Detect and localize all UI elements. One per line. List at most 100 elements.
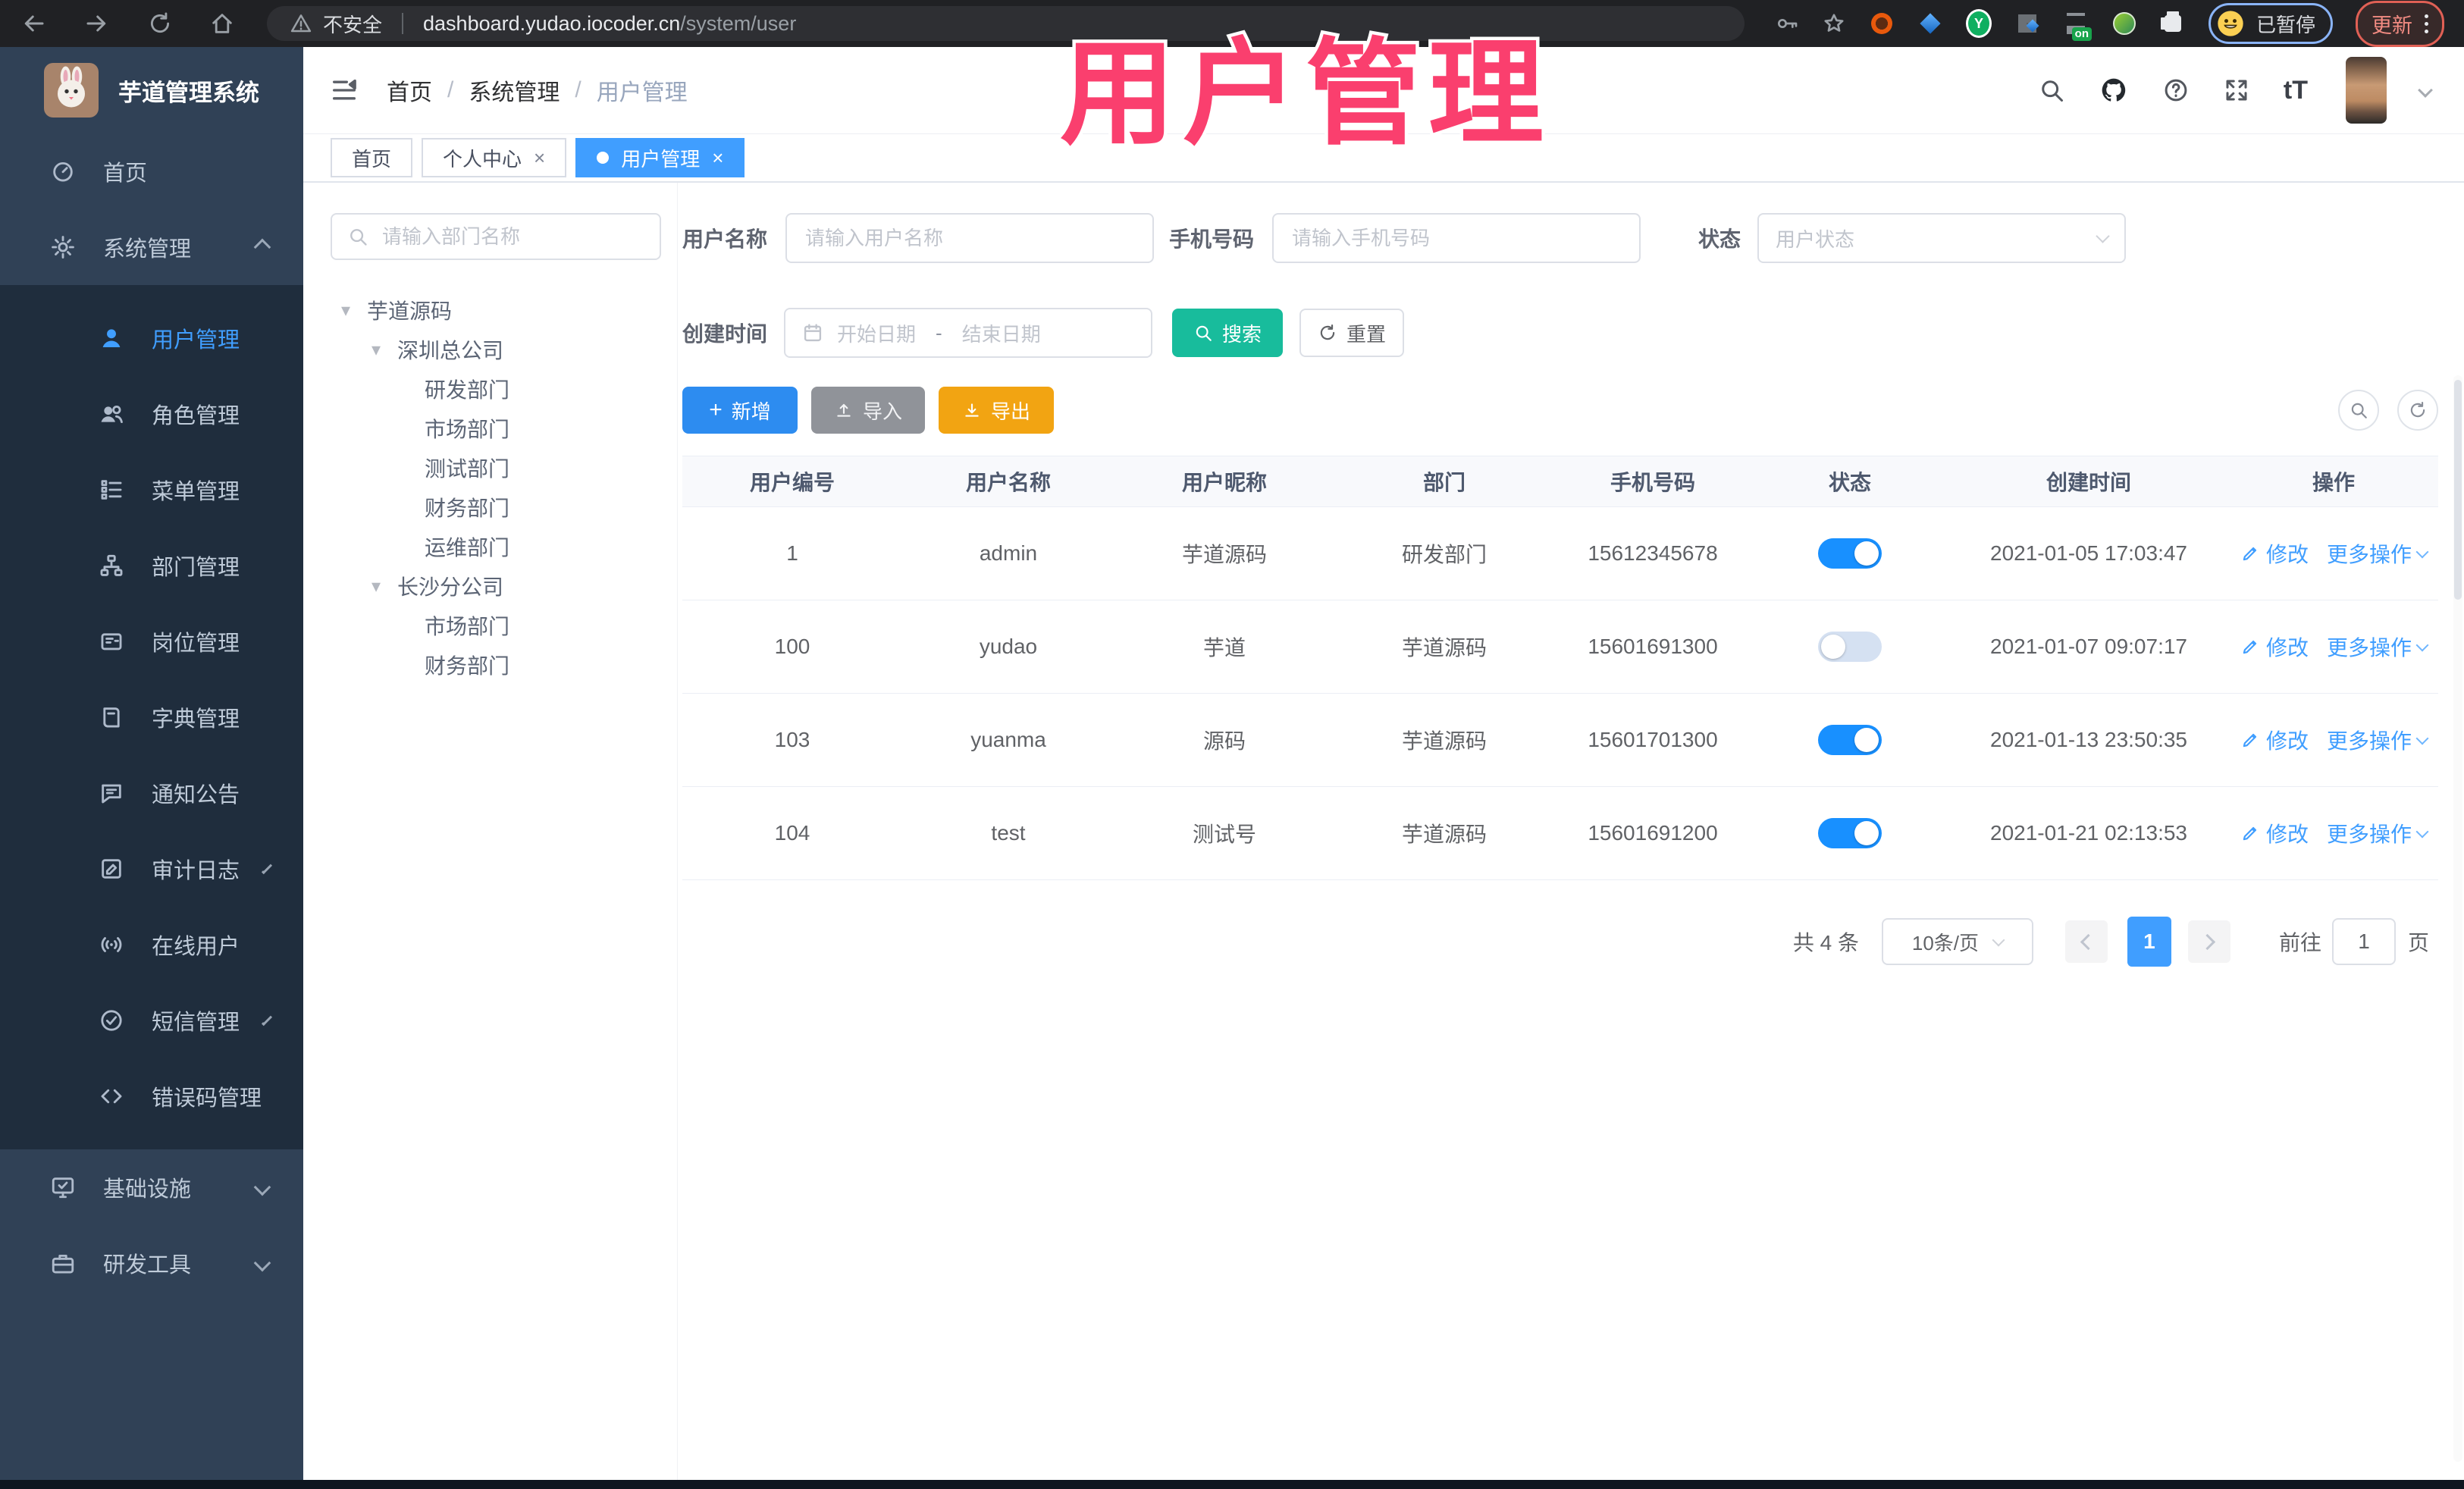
status-toggle[interactable] — [1818, 538, 1882, 569]
search-icon[interactable] — [2038, 77, 2065, 104]
tree-node[interactable]: 财务部门 — [331, 645, 661, 685]
sidebar-item-dict-mgmt[interactable]: 字典管理 — [0, 679, 303, 755]
upload-icon — [834, 400, 854, 420]
sidebar-item-user-mgmt[interactable]: 用户管理 — [0, 300, 303, 376]
sidebar-item-dev-tools[interactable]: 研发工具 — [0, 1225, 303, 1301]
dept-search-input[interactable] — [381, 224, 644, 249]
search-icon — [347, 226, 368, 247]
extensions-menu-puzzle-icon[interactable] — [2160, 11, 2186, 36]
help-icon[interactable] — [2162, 77, 2190, 104]
sidebar-item-audit-log[interactable]: 审计日志 — [0, 831, 303, 907]
passwords-key-icon[interactable] — [1775, 11, 1799, 36]
sidebar-item-post-mgmt[interactable]: 岗位管理 — [0, 603, 303, 679]
toggle-search-button[interactable] — [2338, 390, 2379, 431]
date-range-picker[interactable]: 开始日期 - 结束日期 — [784, 308, 1153, 358]
page-size-select[interactable]: 10条/页 — [1881, 918, 2033, 965]
breadcrumb-home[interactable]: 首页 — [387, 74, 432, 107]
grid-extension-icon[interactable] — [2014, 11, 2040, 36]
import-button[interactable]: 导入 — [811, 387, 925, 434]
adblock-extension-icon[interactable] — [1869, 11, 1895, 36]
tree-node[interactable]: 市场部门 — [331, 606, 661, 645]
edit-link[interactable]: 修改 — [2240, 632, 2309, 662]
tree-node[interactable]: ▾ 芋道源码 — [331, 290, 661, 330]
app-logo-row[interactable]: 芋道管理系统 — [0, 47, 303, 133]
edit-link[interactable]: 修改 — [2240, 818, 2309, 848]
next-page-button[interactable] — [2187, 920, 2230, 963]
sidebar-item-online-users[interactable]: 在线用户 — [0, 907, 303, 983]
browser-forward-button[interactable] — [83, 10, 111, 37]
page-1-button[interactable]: 1 — [2127, 917, 2171, 967]
status-select[interactable]: 用户状态 — [1757, 213, 2127, 263]
smiley-avatar-icon — [2218, 11, 2243, 36]
mobile-label: 手机号码 — [1169, 227, 1255, 251]
more-actions-link[interactable]: 更多操作 — [2327, 725, 2429, 755]
browser-update-button[interactable]: 更新 — [2356, 0, 2444, 47]
tree-node[interactable]: 测试部门 — [331, 448, 661, 487]
security-warning-icon[interactable] — [290, 12, 312, 35]
green-y-extension-icon[interactable]: Y — [1965, 9, 1992, 38]
close-icon[interactable]: × — [712, 148, 723, 168]
more-actions-link[interactable]: 更多操作 — [2327, 632, 2429, 662]
mobile-input[interactable] — [1290, 225, 1623, 251]
chevron-up-icon — [253, 238, 271, 256]
status-toggle[interactable] — [1818, 632, 1882, 662]
sidebar-item-sms-mgmt[interactable]: 短信管理 — [0, 983, 303, 1058]
font-size-icon[interactable]: tT — [2284, 77, 2308, 103]
prev-page-button[interactable] — [2064, 920, 2108, 963]
tree-node[interactable]: ▾ 深圳总公司 — [331, 330, 661, 369]
more-actions-link[interactable]: 更多操作 — [2327, 818, 2429, 848]
sidebar-item-infrastructure[interactable]: 基础设施 — [0, 1149, 303, 1225]
close-icon[interactable]: × — [534, 148, 545, 168]
breadcrumb-system[interactable]: 系统管理 — [469, 74, 560, 107]
sidebar-item-menu-mgmt[interactable]: 菜单管理 — [0, 452, 303, 528]
user-table-panel: 用户名称 手机号码 状态 用户状态 — [682, 213, 2438, 1480]
tree-node[interactable]: 市场部门 — [331, 409, 661, 448]
browser-back-button[interactable] — [20, 10, 47, 37]
add-button[interactable]: + 新增 — [682, 387, 798, 434]
sidebar-item-system[interactable]: 系统管理 — [0, 209, 303, 285]
tree-node[interactable]: 财务部门 — [331, 487, 661, 527]
sidebar-item-announcement[interactable]: 通知公告 — [0, 755, 303, 831]
more-actions-link[interactable]: 更多操作 — [2327, 538, 2429, 569]
user-avatar[interactable] — [2346, 57, 2387, 124]
tree-node[interactable]: ▾ 长沙分公司 — [331, 566, 661, 606]
user-table: 用户编号 用户名称 用户昵称 部门 手机号码 状态 创建时间 操作 1 admi… — [682, 456, 2438, 880]
tree-node[interactable]: 研发部门 — [331, 369, 661, 409]
tab-user-mgmt[interactable]: 用户管理 × — [575, 138, 745, 177]
caret-down-icon[interactable]: ▾ — [367, 339, 385, 361]
dept-search-box[interactable] — [331, 213, 661, 260]
username-input[interactable] — [804, 225, 1136, 251]
github-icon[interactable] — [2099, 75, 2129, 105]
sidebar-item-dept-mgmt[interactable]: 部门管理 — [0, 528, 303, 603]
browser-menu-icon[interactable] — [2425, 14, 2428, 33]
export-button[interactable]: 导出 — [939, 387, 1054, 434]
browser-reload-button[interactable] — [147, 11, 173, 36]
refresh-table-button[interactable] — [2397, 390, 2438, 431]
sidebar-collapse-icon[interactable] — [329, 75, 359, 105]
caret-down-icon[interactable]: ▾ — [367, 575, 385, 597]
leaf-extension-icon[interactable] — [2111, 11, 2137, 36]
sidebar-item-home[interactable]: 首页 — [0, 133, 303, 209]
edit-link[interactable]: 修改 — [2240, 725, 2309, 755]
gem-extension-icon[interactable] — [1917, 11, 1943, 36]
search-button[interactable]: 搜索 — [1172, 309, 1284, 357]
browser-home-button[interactable] — [209, 11, 235, 36]
sidebar-item-error-code[interactable]: 错误码管理 — [0, 1058, 303, 1134]
goto-page-input[interactable] — [2331, 918, 2396, 965]
reset-button[interactable]: 重置 — [1299, 309, 1405, 357]
avatar-caret-icon[interactable] — [2418, 83, 2433, 98]
caret-down-icon[interactable]: ▾ — [337, 299, 355, 321]
sidebar-item-role-mgmt[interactable]: 角色管理 — [0, 376, 303, 452]
fullscreen-icon[interactable] — [2223, 77, 2250, 104]
tab-profile[interactable]: 个人中心 × — [422, 138, 567, 177]
profile-chip[interactable]: 已暂停 — [2208, 3, 2333, 44]
tree-node[interactable]: 运维部门 — [331, 527, 661, 566]
status-toggle[interactable] — [1818, 818, 1882, 848]
list-on-extension-icon[interactable]: on — [2063, 11, 2092, 41]
bookmark-star-icon[interactable] — [1822, 11, 1846, 36]
status-toggle[interactable] — [1818, 725, 1882, 755]
scrollbar[interactable] — [2453, 375, 2462, 1462]
dept-tree: ▾ 芋道源码 ▾ 深圳总公司 研发部门 市场部门 测试部门 财务部门 运维部门 ▾ 长… — [331, 290, 661, 685]
edit-link[interactable]: 修改 — [2240, 538, 2309, 569]
tab-home[interactable]: 首页 — [331, 138, 413, 177]
